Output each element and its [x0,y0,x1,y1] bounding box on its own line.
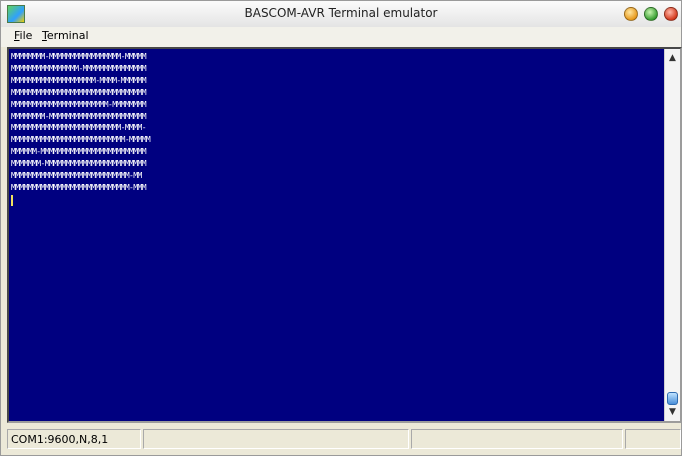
terminal-line: MMMMMMMMMMMMMMMMMMMMMMMMMMM-MMMMM [11,135,151,145]
terminal-output[interactable]: MMMMMMMM-MMMMMMMMMMMMMMMMM-MMMMM MMMMMMMM… [9,49,664,421]
close-button[interactable] [664,7,678,21]
scroll-up-icon[interactable]: ▲ [665,51,680,65]
terminal-frame: MMMMMMMM-MMMMMMMMMMMMMMMMM-MMMMM MMMMMMMM… [7,47,682,423]
terminal-window: BASCOM-AVR Terminal emulator File Termin… [0,0,682,456]
window-title: BASCOM-AVR Terminal emulator [244,6,438,20]
menu-file[interactable]: File [13,29,33,42]
vertical-scrollbar[interactable]: ▲ ▼ [664,49,680,421]
terminal-line: MMMMMMMMMMMMMMMM-MMMMMMMMMMMMMMM [11,63,147,73]
terminal-line: MMMMMMMMMMMMMMMMMMMMMMM-MMMMMMMM [11,99,147,109]
terminal-line: MMMMMMMMMMMMMMMMMMMMMMMMMMMMMMMM [11,87,147,97]
menu-bar: File Terminal [1,27,681,47]
status-port-settings: COM1:9600,N,8,1 [7,429,141,449]
scroll-down-icon[interactable]: ▼ [665,405,680,419]
maximize-button[interactable] [644,7,658,21]
terminal-line: MMMMMMMMMMMMMMMMMMMMMMMMMMMM-MM [11,171,142,181]
status-panel-4 [625,429,681,449]
status-bar: COM1:9600,N,8,1 [1,425,681,455]
title-bar[interactable]: BASCOM-AVR Terminal emulator [1,1,681,28]
text-cursor [11,195,13,206]
terminal-text: MMMMMMMM-MMMMMMMMMMMMMMMMM-MMMMM MMMMMMMM… [11,51,151,194]
menu-file-label: ile [19,29,33,42]
terminal-line: MMMMMMMMMMMMMMMMMMMM-MMMM-MMMMMM [11,75,147,85]
scroll-thumb[interactable] [667,392,678,405]
menu-terminal[interactable]: Terminal [41,29,90,42]
status-panel-2 [143,429,409,449]
terminal-line: MMMMMMMMMMMMMMMMMMMMMMMMMMMM-MMM [11,182,147,192]
terminal-line: MMMMMM-MMMMMMMMMMMMMMMMMMMMMMMMM [11,147,147,157]
terminal-line: MMMMMMMM-MMMMMMMMMMMMMMMMMMMMMMM [11,111,147,121]
terminal-line: MMMMMMM-MMMMMMMMMMMMMMMMMMMMMMMM [11,159,147,169]
status-panel-3 [411,429,623,449]
terminal-line: MMMMMMMM-MMMMMMMMMMMMMMMMM-MMMMM [11,52,147,61]
terminal-line: MMMMMMMMMMMMMMMMMMMMMMMMMM-MMMM- [11,123,147,133]
minimize-button[interactable] [624,7,638,21]
menu-terminal-label: erminal [46,29,89,42]
